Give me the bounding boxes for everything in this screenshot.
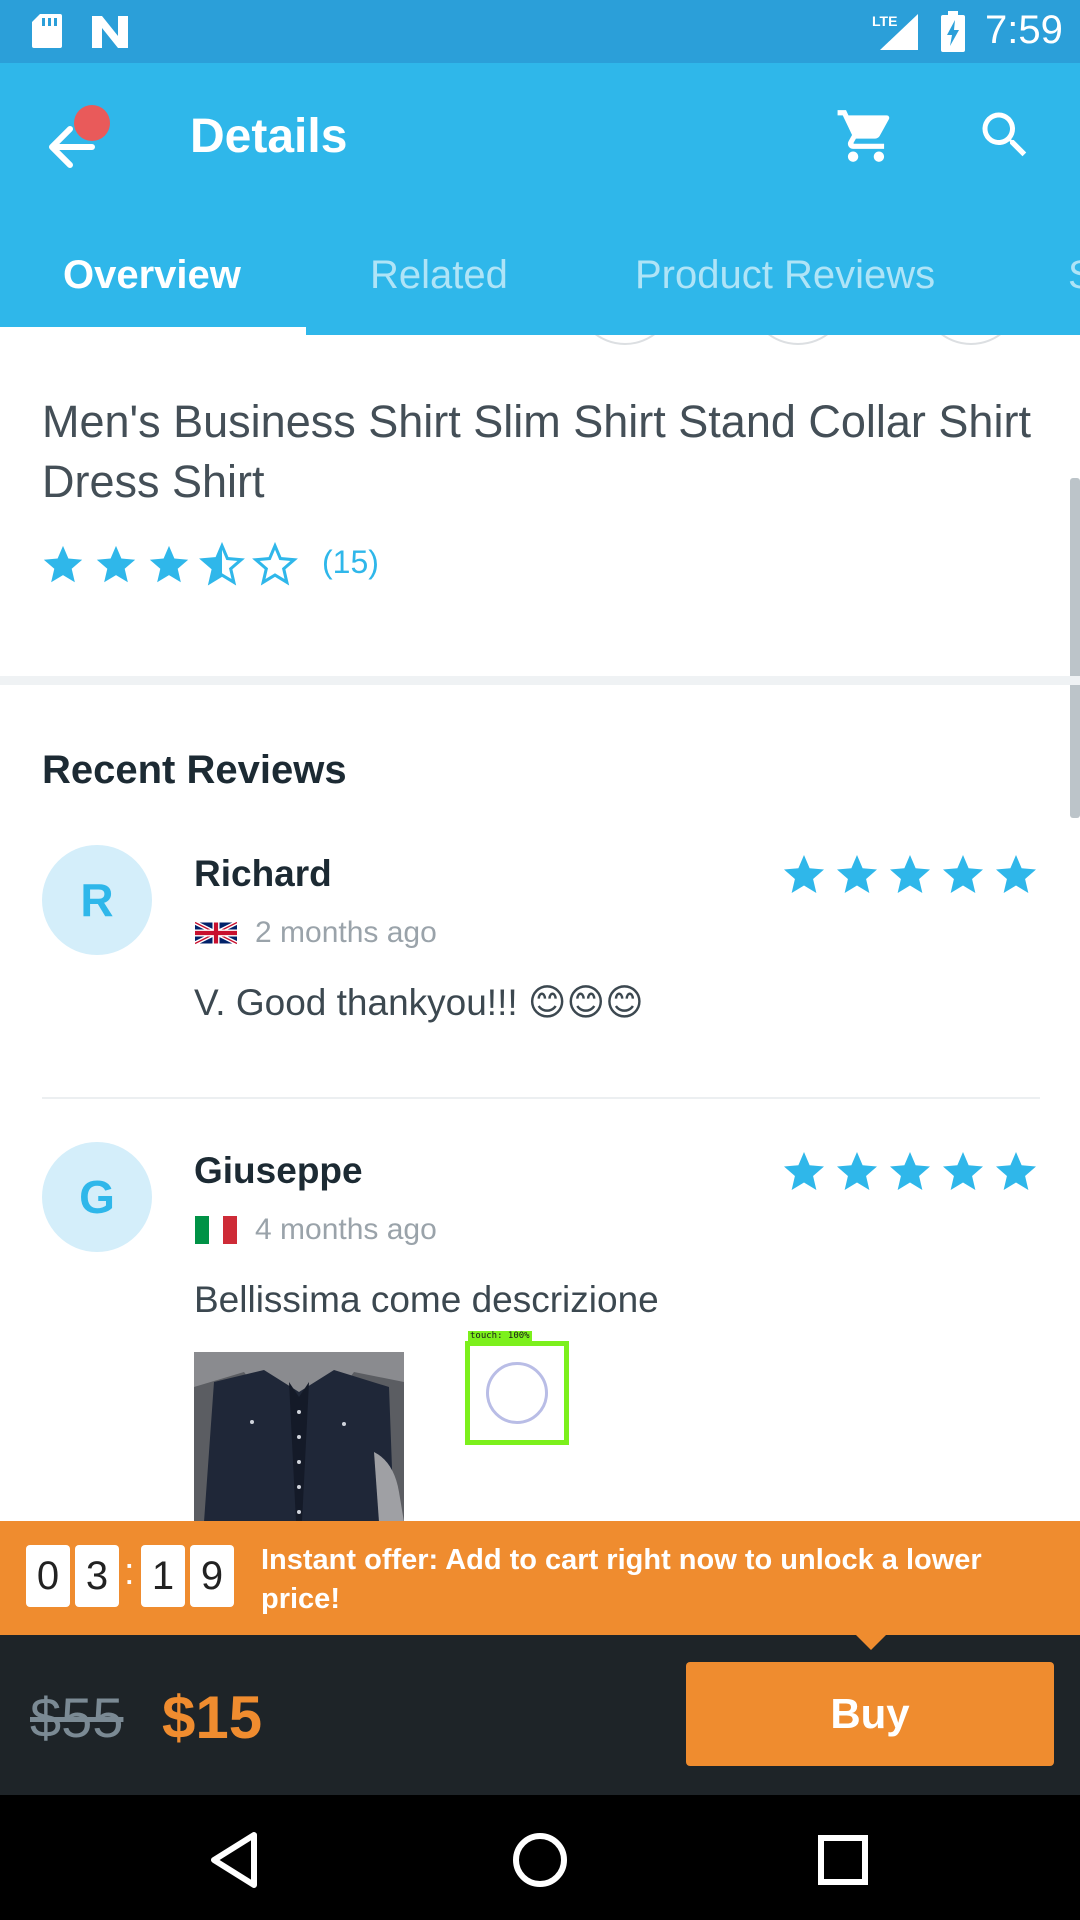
search-button[interactable]	[975, 105, 1045, 175]
instant-offer-banner[interactable]: 0 3 : 1 9 Instant offer: Add to cart rig…	[0, 1521, 1080, 1635]
tab-indicator	[0, 327, 306, 335]
svg-text:LTE: LTE	[872, 13, 897, 29]
cart-icon	[837, 110, 890, 162]
touch-indicator	[465, 1341, 569, 1445]
tab-bar: Overview Related Product Reviews S	[0, 235, 1080, 335]
star-filled-icon	[890, 1152, 930, 1190]
star-filled-icon	[96, 545, 136, 583]
uk-flag-icon	[195, 920, 237, 946]
review-stars	[780, 851, 1040, 899]
tab-related[interactable]: Related	[370, 253, 508, 298]
search-icon	[982, 112, 1027, 157]
star-filled-icon	[890, 855, 930, 893]
tab-overview[interactable]: Overview	[63, 253, 241, 298]
timer-digit: 0	[26, 1545, 70, 1607]
star-filled-icon	[943, 855, 983, 893]
sd-card-icon	[32, 14, 62, 48]
review-divider	[42, 1097, 1040, 1099]
avatar: R	[42, 845, 152, 955]
star-filled-icon	[837, 855, 877, 893]
page-title: Details	[190, 110, 348, 163]
app-toolbar: Details	[0, 63, 1080, 235]
tab-product-reviews[interactable]: Product Reviews	[635, 253, 935, 298]
sale-price: $15	[162, 1684, 263, 1751]
review-photo[interactable]	[194, 1352, 404, 1522]
star-empty-icon	[252, 542, 298, 586]
timer-digit: 9	[190, 1545, 234, 1607]
timer-separator: :	[124, 1551, 135, 1593]
system-nav-bar	[0, 1795, 1080, 1920]
section-divider	[0, 676, 1080, 685]
back-button[interactable]	[40, 103, 120, 183]
star-half-icon	[199, 542, 245, 586]
recents-square-icon[interactable]	[808, 1825, 878, 1895]
star-filled-icon	[149, 545, 189, 583]
review-stars	[780, 1148, 1040, 1196]
home-circle-icon[interactable]	[505, 1825, 575, 1895]
star-filled-icon	[784, 855, 824, 893]
recent-reviews-title: Recent Reviews	[42, 748, 347, 792]
offer-text: Instant offer: Add to cart right now to …	[261, 1544, 982, 1615]
buy-button[interactable]: Buy	[686, 1662, 1054, 1766]
back-triangle-icon[interactable]	[200, 1825, 270, 1895]
original-price: $55	[30, 1686, 124, 1749]
star-filled-icon	[43, 545, 83, 583]
timer-digit: 1	[141, 1545, 185, 1607]
cart-button[interactable]	[835, 105, 905, 175]
battery-charging-icon	[941, 11, 965, 52]
scrollbar[interactable]	[1070, 478, 1080, 818]
timer-digit: 3	[75, 1545, 119, 1607]
status-time: 7:59	[985, 8, 1063, 52]
image-thumbnail-strip[interactable]	[0, 335, 1080, 355]
avatar: G	[42, 1142, 152, 1252]
offer-pointer	[855, 1634, 887, 1650]
star-filled-icon	[943, 1152, 983, 1190]
review-text: V. Good thankyou!!! 😊😊😊	[194, 982, 644, 1023]
review-text: Bellissima come descrizione	[194, 1279, 659, 1320]
star-filled-icon	[996, 855, 1036, 893]
star-filled-icon	[837, 1152, 877, 1190]
shirt-photo	[194, 1352, 404, 1522]
star-filled-icon	[996, 1152, 1036, 1190]
review-date: 2 months ago	[255, 916, 437, 949]
tab-partial[interactable]: S	[1068, 253, 1080, 298]
touch-ring	[486, 1362, 548, 1424]
reviewer-name: Richard	[194, 853, 332, 894]
star-filled-icon	[784, 1152, 824, 1190]
status-bar: LTE 7:59	[0, 0, 1080, 63]
purchase-bar: $55 $15 Buy	[0, 1634, 1080, 1795]
n-icon	[92, 16, 128, 48]
rating-count[interactable]: (15)	[322, 544, 379, 581]
notification-dot	[74, 105, 110, 141]
italy-flag-icon	[195, 1216, 237, 1244]
lte-signal-icon: LTE	[872, 13, 918, 50]
product-title: Men's Business Shirt Slim Shirt Stand Co…	[42, 396, 1031, 507]
reviewer-name: Giuseppe	[194, 1150, 363, 1191]
review-date: 4 months ago	[255, 1213, 437, 1246]
